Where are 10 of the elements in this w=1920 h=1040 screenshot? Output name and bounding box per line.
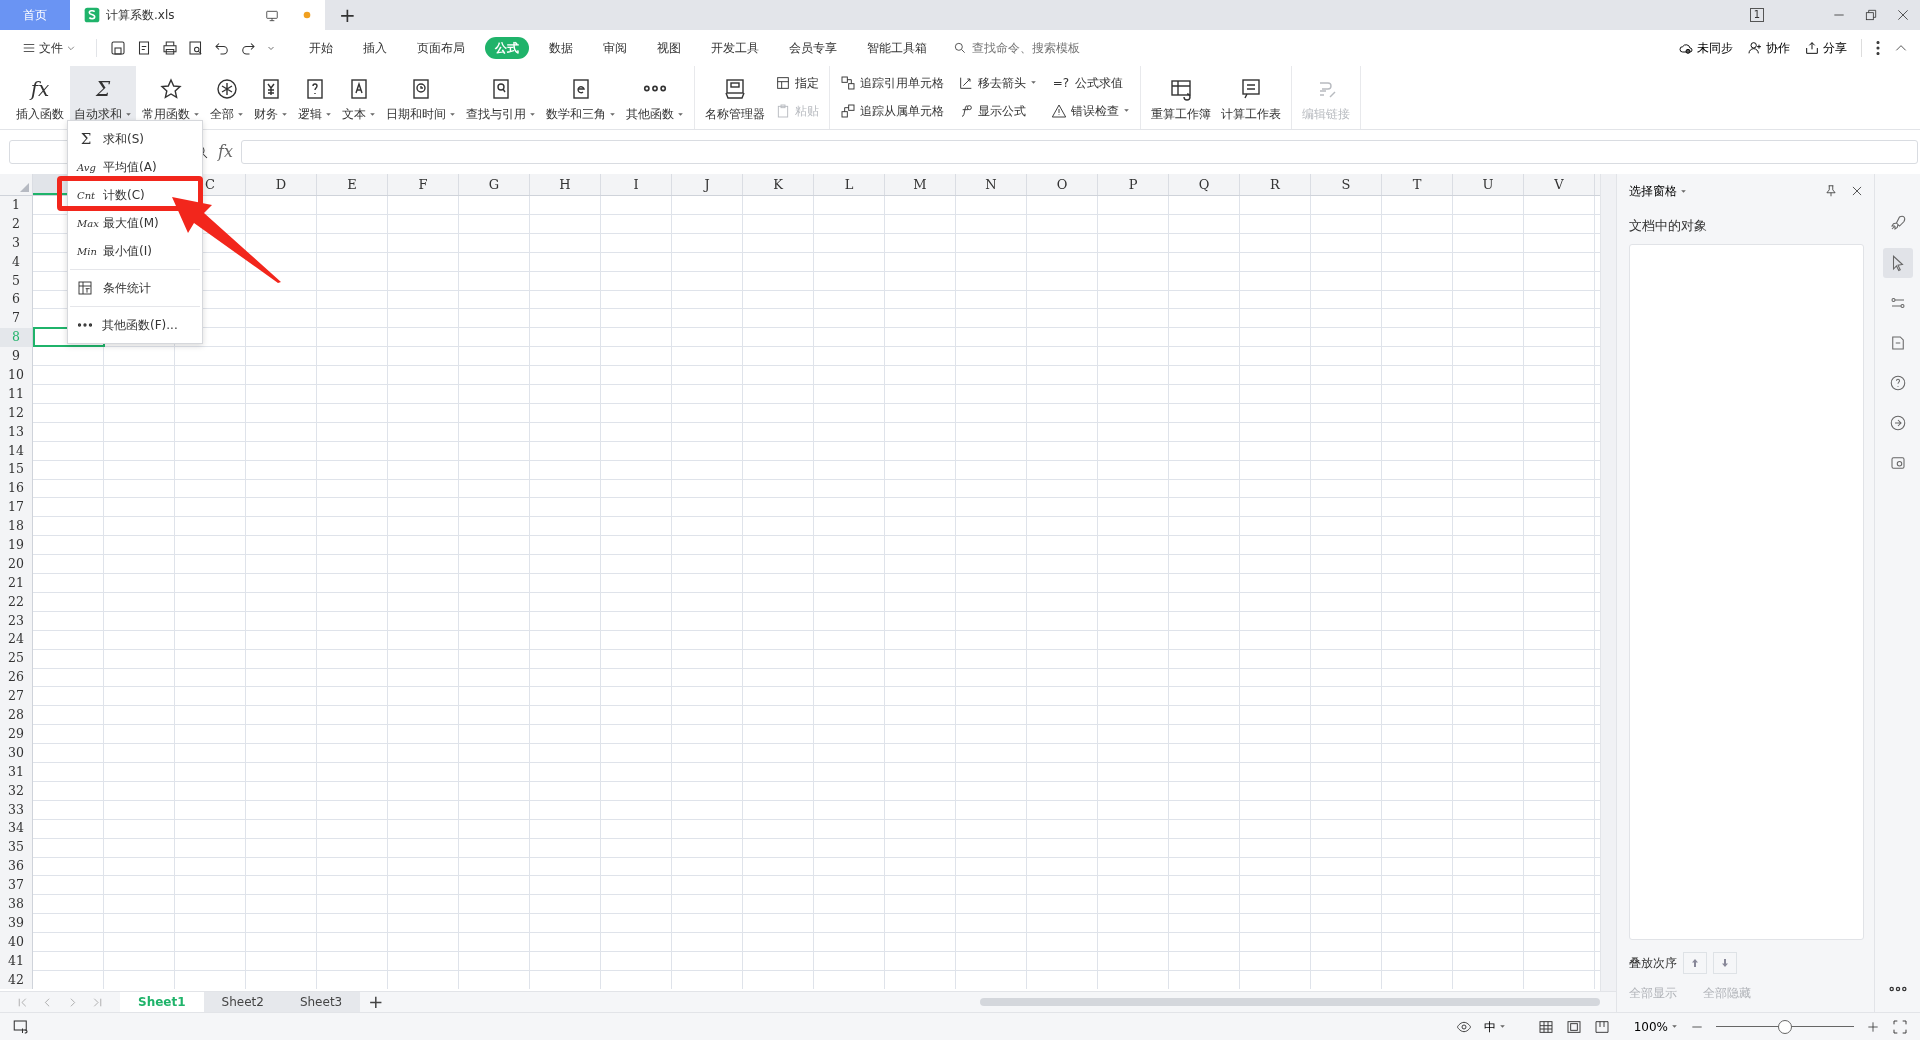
glyph: =? <box>1051 74 1071 92</box>
glyph: Cnt <box>77 188 95 203</box>
order-label: 叠放次序 <box>1629 955 1677 972</box>
glyph: Min <box>77 244 95 259</box>
pane-heading: 文档中的对象 <box>1629 217 1708 235</box>
function-glyph: fx <box>30 77 50 101</box>
window-count-badge: 1 <box>1749 8 1764 22</box>
function-glyph: Σ <box>95 77 111 101</box>
glyph: Σ <box>79 128 93 150</box>
glyph: Avg <box>77 160 95 175</box>
